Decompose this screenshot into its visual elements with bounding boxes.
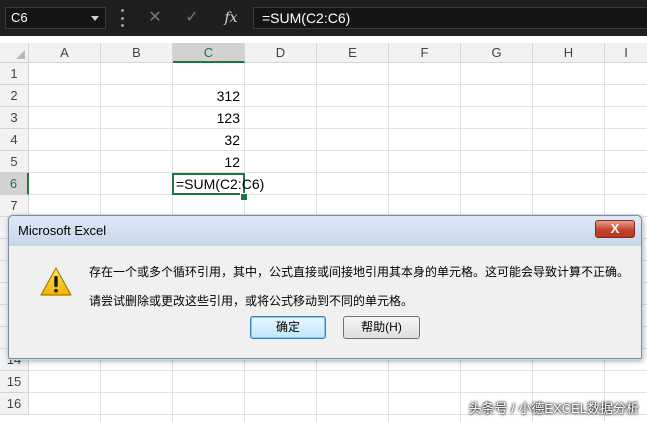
- close-button[interactable]: X: [595, 220, 635, 238]
- formula-bar: C6 ✕ ✓ fx =SUM(C2:C6): [0, 0, 647, 36]
- name-box[interactable]: C6: [5, 7, 106, 29]
- circular-reference-dialog: Microsoft Excel X 存在一个或多个循环引用，其中，公式直接或间接…: [8, 215, 642, 359]
- checkmark-icon[interactable]: ✓: [182, 8, 202, 28]
- column-header-b[interactable]: B: [101, 43, 173, 63]
- x-icon[interactable]: ✕: [145, 8, 165, 28]
- row-header-5[interactable]: 5: [0, 151, 29, 173]
- fill-handle[interactable]: [240, 193, 248, 201]
- insert-function-button[interactable]: fx: [221, 8, 241, 28]
- row-header-15[interactable]: 15: [0, 371, 29, 393]
- column-header-f[interactable]: F: [389, 43, 461, 63]
- cell-c5[interactable]: 12: [173, 151, 244, 173]
- column-header-h[interactable]: H: [533, 43, 605, 63]
- formula-input[interactable]: =SUM(C2:C6): [253, 7, 647, 29]
- cell-c3[interactable]: 123: [173, 107, 244, 129]
- row-header-7[interactable]: 7: [0, 195, 29, 217]
- watermark: 头条号 / 小德EXCEL数据分析: [468, 401, 639, 416]
- dialog-title-bar[interactable]: Microsoft Excel X: [9, 216, 641, 246]
- select-all-corner[interactable]: [0, 43, 29, 63]
- cell-c4[interactable]: 32: [173, 129, 244, 151]
- column-header-c[interactable]: C: [173, 43, 245, 63]
- column-header-d[interactable]: D: [245, 43, 317, 63]
- ok-button[interactable]: 确定: [250, 316, 326, 339]
- cell-c6-active[interactable]: =SUM(C2:C6): [172, 173, 264, 195]
- name-box-value: C6: [11, 10, 28, 25]
- row-header-16[interactable]: 16: [0, 393, 29, 415]
- dialog-body: 存在一个或多个循环引用，其中，公式直接或间接地引用其本身的单元格。这可能会导致计…: [16, 246, 634, 350]
- row-header-1[interactable]: 1: [0, 63, 29, 85]
- column-header-g[interactable]: G: [461, 43, 533, 63]
- row-header-2[interactable]: 2: [0, 85, 29, 107]
- column-header-i[interactable]: I: [605, 43, 647, 63]
- dialog-message-line2: 请尝试删除或更改这些引用，或将公式移动到不同的单元格。: [89, 294, 414, 308]
- column-header-a[interactable]: A: [29, 43, 101, 63]
- warning-icon: [40, 267, 72, 296]
- dialog-message-line1: 存在一个或多个循环引用，其中，公式直接或间接地引用其本身的单元格。这可能会导致计…: [89, 265, 630, 279]
- row-header-4[interactable]: 4: [0, 129, 29, 151]
- chevron-down-icon[interactable]: [91, 16, 99, 21]
- help-button[interactable]: 帮助(H): [343, 316, 420, 339]
- dialog-title: Microsoft Excel: [18, 223, 107, 238]
- row-header-3[interactable]: 3: [0, 107, 29, 129]
- column-header-e[interactable]: E: [317, 43, 389, 63]
- cell-c2[interactable]: 312: [173, 85, 244, 107]
- formula-bar-resize-handle[interactable]: [120, 9, 124, 27]
- row-header-6[interactable]: 6: [0, 173, 29, 195]
